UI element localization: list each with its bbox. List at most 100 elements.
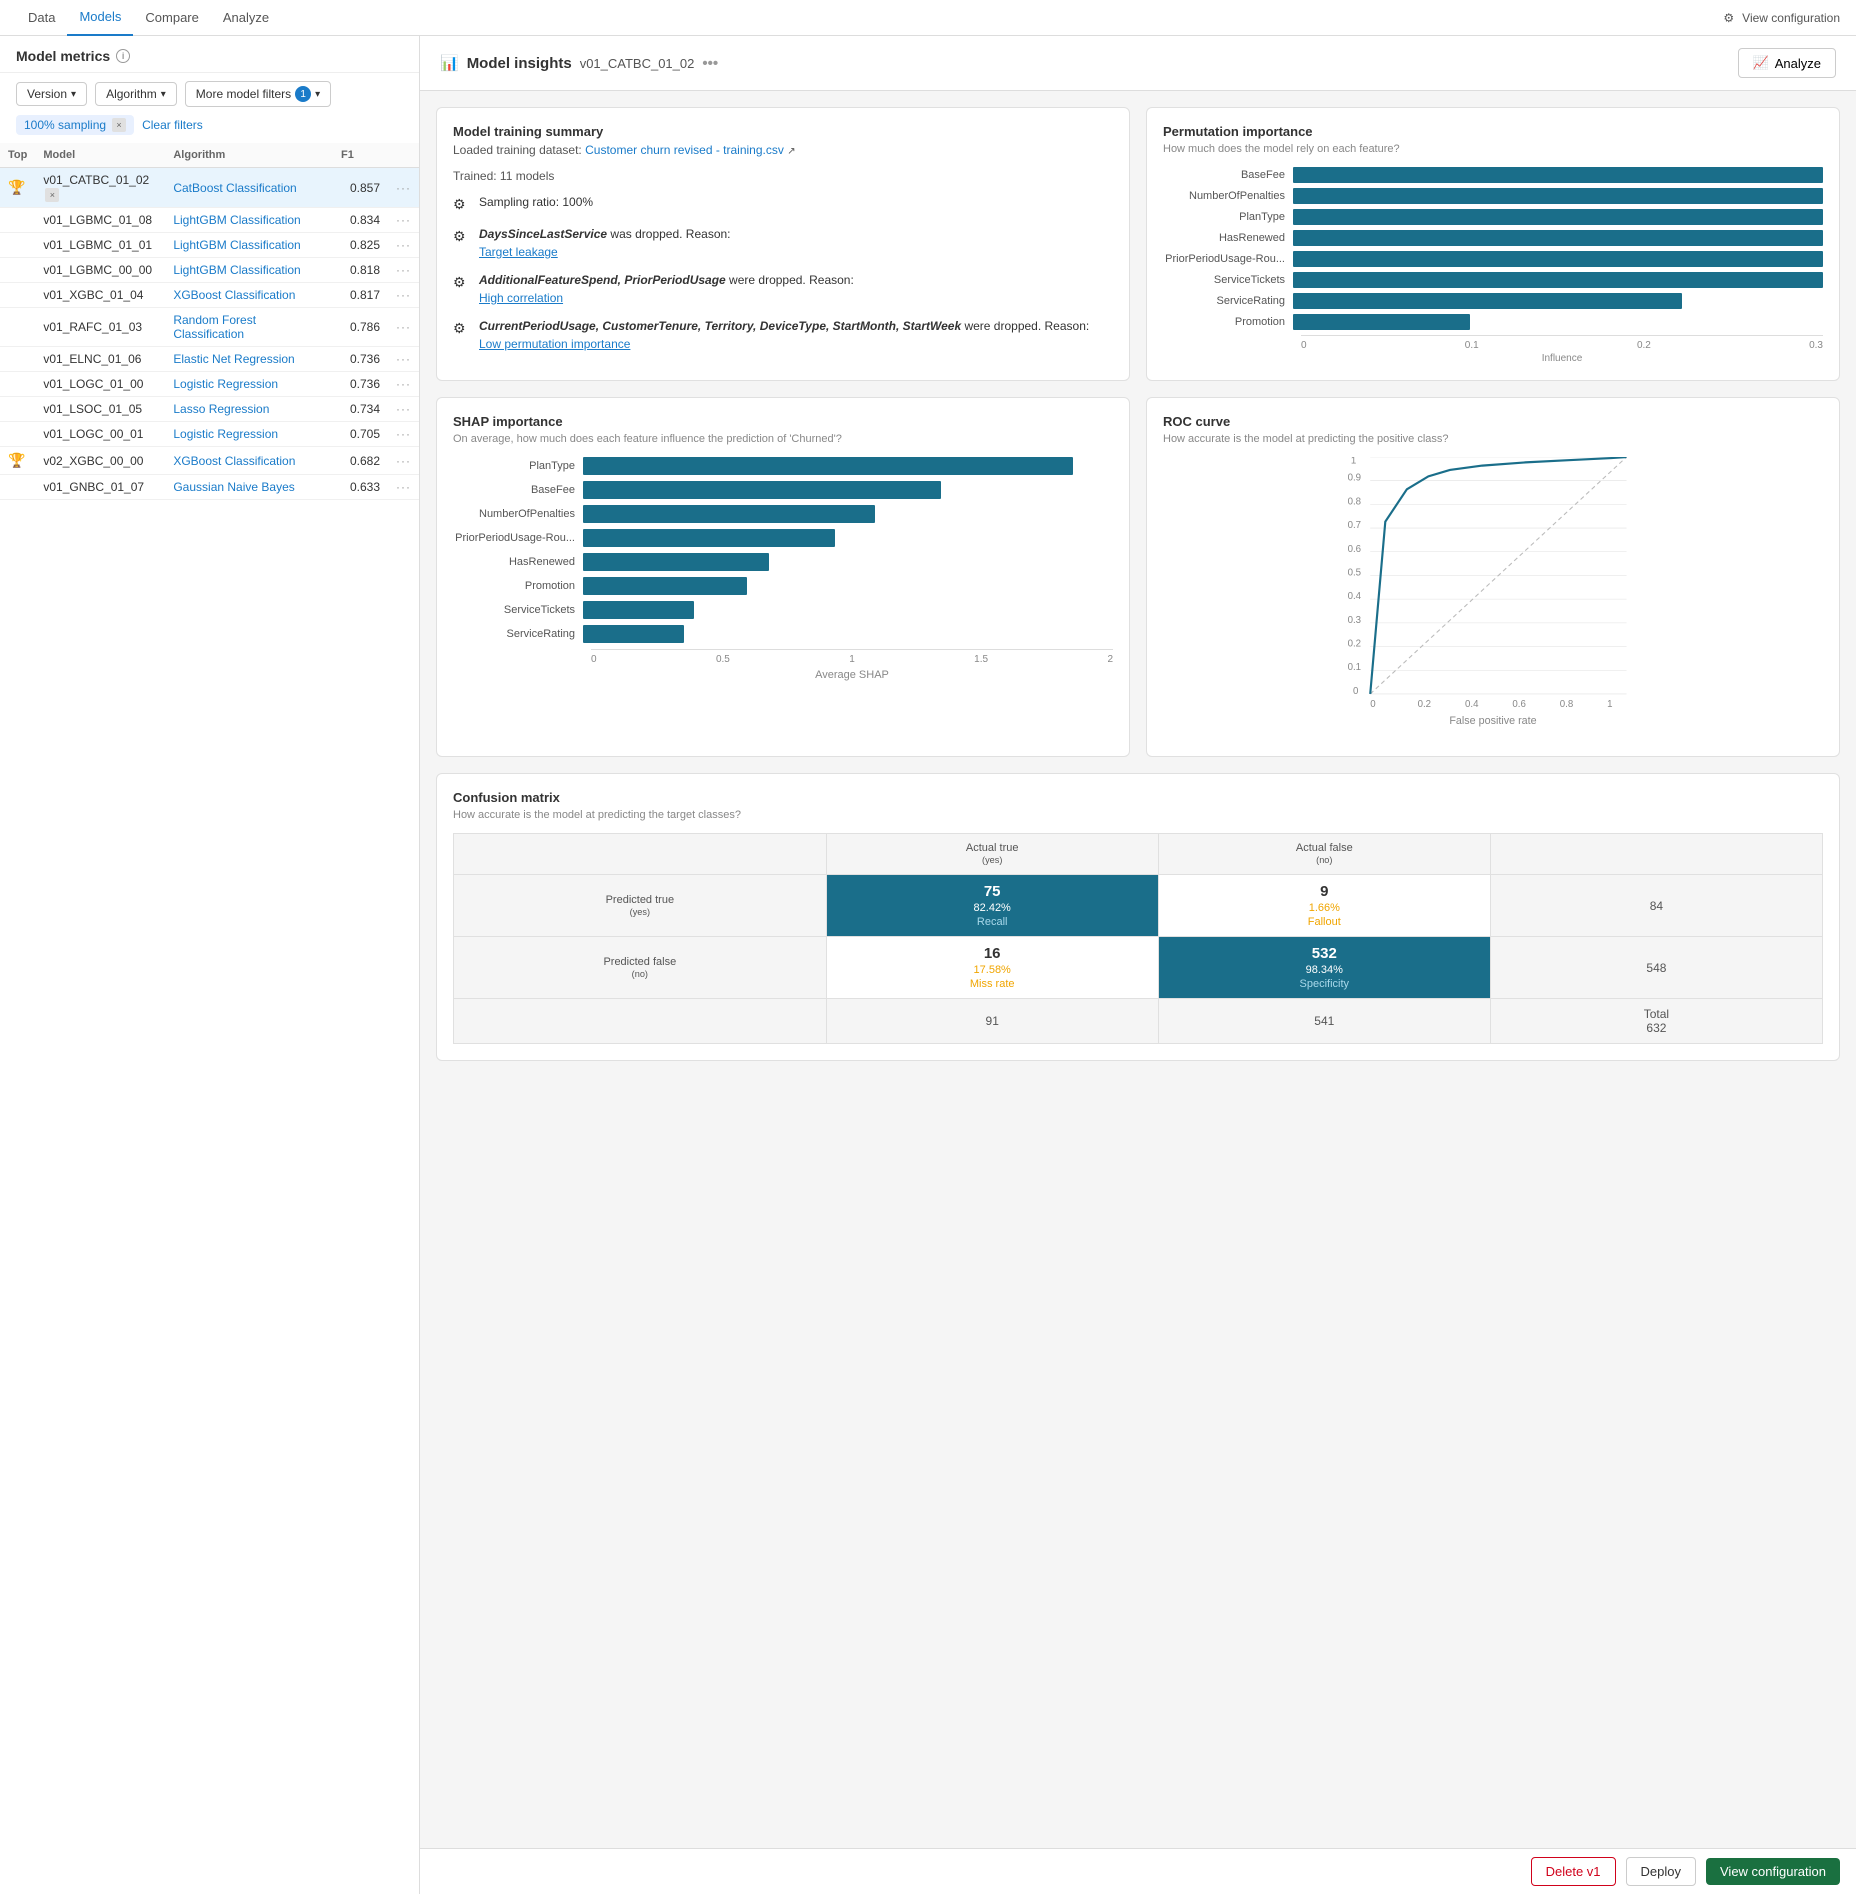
svg-text:0.6: 0.6 (1348, 544, 1361, 555)
perm-bar (1293, 209, 1823, 225)
table-row[interactable]: v01_RAFC_01_03 Random Forest Classificati… (0, 308, 419, 347)
perm-chart-row: PriorPeriodUsage-Rou... (1163, 251, 1823, 267)
model-more-options[interactable]: ··· (396, 288, 411, 302)
filter-row: Version ▾ Algorithm ▾ More model filters… (0, 73, 419, 115)
svg-text:0.4: 0.4 (1348, 591, 1362, 602)
table-row[interactable]: v01_GNBC_01_07Gaussian Naive Bayes0.633·… (0, 475, 419, 500)
perm-chart-row: NumberOfPenalties (1163, 188, 1823, 204)
cm-actual-false-header: Actual false(no) (1158, 834, 1490, 875)
model-top-cell (0, 233, 35, 258)
nav-analyze[interactable]: Analyze (211, 0, 281, 36)
model-more-options[interactable]: ··· (396, 377, 411, 391)
algorithm-link[interactable]: Elastic Net Regression (173, 352, 294, 366)
algorithm-link[interactable]: LightGBM Classification (173, 238, 300, 252)
svg-text:0.6: 0.6 (1512, 699, 1525, 710)
svg-text:0.3: 0.3 (1348, 615, 1361, 626)
table-row[interactable]: 🏆v01_CATBC_01_02 ×CatBoost Classificatio… (0, 168, 419, 208)
deploy-button[interactable]: Deploy (1626, 1857, 1696, 1886)
view-configuration-button[interactable]: View configuration (1706, 1858, 1840, 1885)
model-more-options[interactable]: ··· (396, 402, 411, 416)
model-name-cell: v02_XGBC_00_00 (35, 447, 165, 475)
shap-chart: PlanType BaseFee NumberOfPenalties Prior… (453, 457, 1113, 681)
model-more-options[interactable]: ··· (396, 427, 411, 441)
target-leakage-link[interactable]: Target leakage (479, 243, 731, 261)
version-filter[interactable]: Version ▾ (16, 82, 87, 106)
table-row[interactable]: v01_XGBC_01_04XGBoost Classification0.81… (0, 283, 419, 308)
analyze-button[interactable]: 📈 Analyze (1738, 48, 1836, 78)
low-perm-link[interactable]: Low permutation importance (479, 335, 1089, 353)
f1-value-cell: 0.857 (333, 168, 388, 208)
high-correlation-link[interactable]: High correlation (479, 289, 854, 307)
algorithm-link[interactable]: CatBoost Classification (173, 181, 296, 195)
shap-chart-row: BaseFee (453, 481, 1113, 499)
svg-text:1: 1 (1351, 457, 1356, 466)
left-panel-header: Model metrics i (0, 36, 419, 73)
nav-data[interactable]: Data (16, 0, 67, 36)
active-filters-row: 100% sampling × Clear filters (0, 115, 419, 143)
shap-bar (583, 481, 941, 499)
algorithm-link[interactable]: Random Forest Classification (173, 313, 256, 341)
model-more-options[interactable]: ··· (396, 213, 411, 227)
algorithm-filter[interactable]: Algorithm ▾ (95, 82, 177, 106)
shap-chart-row: NumberOfPenalties (453, 505, 1113, 523)
model-more-options[interactable]: ··· (396, 480, 411, 494)
clear-filters-button[interactable]: Clear filters (142, 118, 203, 132)
algorithm-cell: Gaussian Naive Bayes (165, 475, 333, 500)
dataset-link[interactable]: Customer churn revised - training.csv (585, 143, 784, 157)
col-actions-header (388, 143, 419, 168)
cm-col-total-2: 541 (1158, 999, 1490, 1044)
algorithm-link[interactable]: Lasso Regression (173, 402, 269, 416)
remove-sampling-filter[interactable]: × (112, 118, 126, 132)
col-algo-header: Algorithm (165, 143, 333, 168)
model-more-options[interactable]: ··· (396, 352, 411, 366)
model-actions-cell: ··· (388, 475, 419, 500)
model-name-cell: v01_XGBC_01_04 (35, 283, 165, 308)
perm-feature-label: PriorPeriodUsage-Rou... (1163, 253, 1293, 265)
table-row[interactable]: v01_LGBMC_01_08LightGBM Classification0.… (0, 208, 419, 233)
table-row[interactable]: v01_LGBMC_01_01LightGBM Classification0.… (0, 233, 419, 258)
model-name: v01_LSOC_01_05 (43, 402, 142, 416)
cm-true-negative: 532 98.34% Specificity (1158, 937, 1490, 999)
svg-text:0.1: 0.1 (1348, 662, 1361, 673)
algorithm-link[interactable]: XGBoost Classification (173, 454, 295, 468)
algorithm-link[interactable]: LightGBM Classification (173, 263, 300, 277)
algorithm-link[interactable]: Gaussian Naive Bayes (173, 480, 294, 494)
table-row[interactable]: 🏆v02_XGBC_00_00XGBoost Classification0.6… (0, 447, 419, 475)
model-top-cell (0, 208, 35, 233)
table-row[interactable]: v01_LOGC_00_01Logistic Regression0.705··… (0, 422, 419, 447)
delete-button[interactable]: Delete v1 (1531, 1857, 1616, 1886)
shap-bar-container (583, 481, 1113, 499)
cm-grand-total: Total632 (1490, 999, 1822, 1044)
more-filters-button[interactable]: More model filters 1 ▾ (185, 81, 331, 107)
model-name-cell: v01_RAFC_01_03 (35, 308, 165, 347)
algorithm-link[interactable]: Logistic Regression (173, 427, 278, 441)
info-icon[interactable]: i (116, 49, 130, 63)
table-row[interactable]: v01_LGBMC_00_00LightGBM Classification0.… (0, 258, 419, 283)
training-item-4: ⚙ CurrentPeriodUsage, CustomerTenure, Te… (453, 317, 1113, 353)
algorithm-link[interactable]: XGBoost Classification (173, 288, 295, 302)
table-row[interactable]: v01_LOGC_01_00Logistic Regression0.736··… (0, 372, 419, 397)
model-actions-cell: ··· (388, 372, 419, 397)
content-area: Model training summary Loaded training d… (420, 91, 1856, 1137)
perm-chart-row: ServiceRating (1163, 293, 1823, 309)
model-more-options[interactable]: ··· (396, 454, 411, 468)
model-more-options[interactable]: ··· (396, 181, 411, 195)
view-config-nav[interactable]: ⚙ View configuration (1723, 11, 1840, 25)
table-row[interactable]: v01_LSOC_01_05Lasso Regression0.734··· (0, 397, 419, 422)
model-more-options[interactable]: ··· (396, 238, 411, 252)
nav-models[interactable]: Models (67, 0, 133, 36)
more-options-icon[interactable]: ••• (702, 55, 718, 72)
algorithm-link[interactable]: Logistic Regression (173, 377, 278, 391)
algorithm-link[interactable]: LightGBM Classification (173, 213, 300, 227)
model-top-cell: 🏆 (0, 168, 35, 208)
svg-text:0.7: 0.7 (1348, 520, 1361, 531)
perm-bar-container (1293, 293, 1823, 309)
dropped-icon: ⚙ (453, 272, 471, 293)
model-more-options[interactable]: ··· (396, 320, 411, 334)
nav-compare[interactable]: Compare (133, 0, 210, 36)
model-metrics-title: Model metrics i (16, 48, 403, 64)
remove-model-icon[interactable]: × (45, 188, 59, 202)
confusion-matrix-table: Actual true(yes) Actual false(no) Predic… (453, 833, 1823, 1044)
table-row[interactable]: v01_ELNC_01_06Elastic Net Regression0.73… (0, 347, 419, 372)
model-more-options[interactable]: ··· (396, 263, 411, 277)
